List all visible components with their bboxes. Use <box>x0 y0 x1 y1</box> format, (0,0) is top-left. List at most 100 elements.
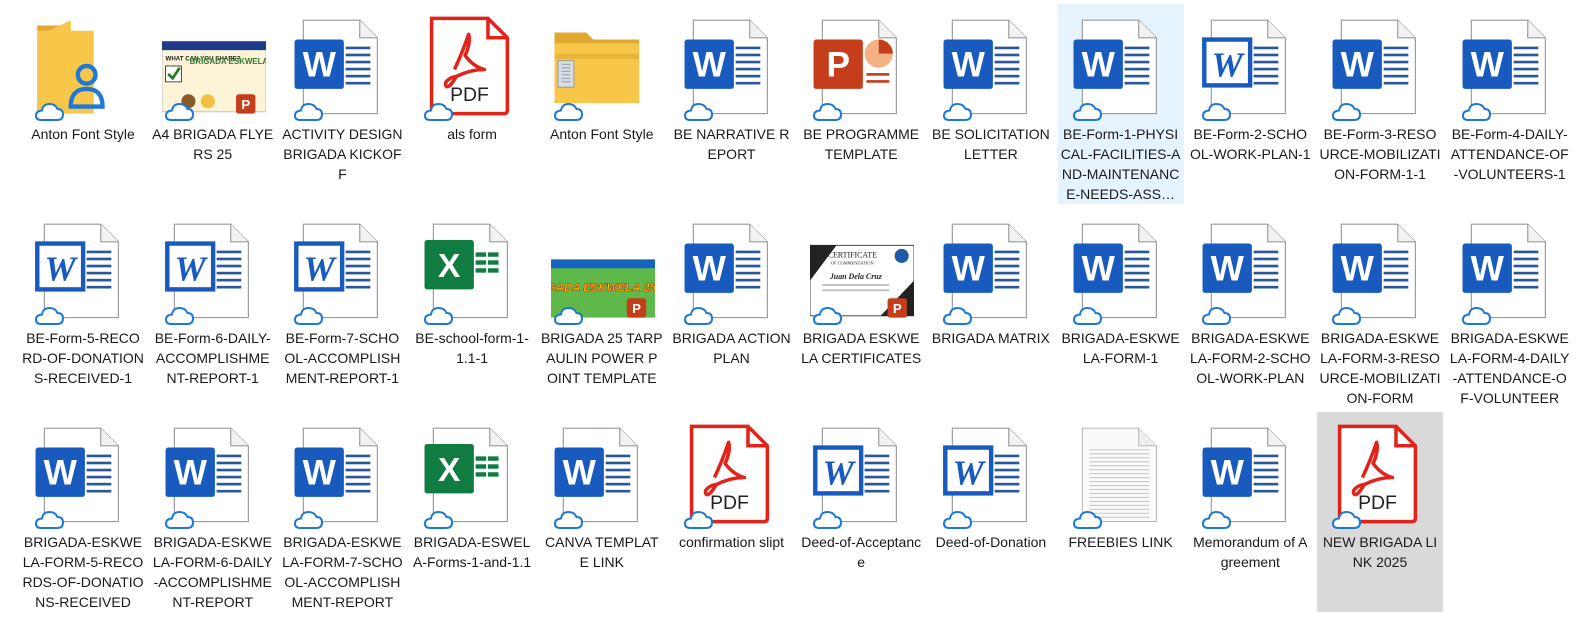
file-item[interactable]: W BE NARRATIVE REPORT <box>669 4 795 204</box>
cloud-sync-icon <box>1331 306 1361 326</box>
file-name-label: BRIGADA ESKWELA CERTIFICATES <box>801 330 922 366</box>
word-badge-text: W <box>1341 46 1375 85</box>
file-grid: Anton Font Style WHAT CAN YOU SHARE? BRI… <box>20 4 1595 644</box>
cloud-sync-icon <box>812 510 843 530</box>
pdf-icon: PDF <box>421 8 525 124</box>
word-badge-text: W <box>1081 250 1115 289</box>
file-item[interactable]: W BRIGADA-ESKWELA-FORM-7-SCHOOL-ACCOMPLIS… <box>279 412 405 612</box>
file-item[interactable]: CERTIFICATE OF COMMENDATION Juan Dela Cr… <box>798 208 924 408</box>
word-badge-text: W <box>1211 250 1245 289</box>
file-item[interactable]: BRIGADA ESKWELA 25 PBRIGADA 25 TARPAULIN… <box>539 208 665 408</box>
file-name-label: confirmation slipt <box>678 534 785 550</box>
file-item[interactable]: W BE-Form-2-SCHOOL-WORK-PLAN-1 <box>1187 4 1313 204</box>
svg-text:W: W <box>304 250 338 289</box>
svg-text:BRIGADA ESKWELA 25: BRIGADA ESKWELA 25 <box>189 57 265 66</box>
cloud-sync-icon <box>553 306 583 326</box>
svg-text:CERTIFICATE: CERTIFICATE <box>828 251 877 260</box>
file-name-label: BRIGADA-ESKWELA-FORM-4-DAILY-ATTENDANCE-… <box>1449 330 1570 406</box>
file-item[interactable]: W BRIGADA ACTION PLAN <box>669 208 795 408</box>
file-name-label: A4 BRIGADA FLYERS 25 <box>152 126 274 162</box>
cloud-sync-icon <box>293 306 324 326</box>
word-icon: W <box>291 8 395 124</box>
file-item[interactable]: W BRIGADA MATRIX <box>928 208 1054 408</box>
file-name-label: BRIGADA-ESKWELA-FORM-5-RECORDS-OF-DONATI… <box>22 534 144 610</box>
file-item[interactable]: X BE-school-form-1-1.1-1 <box>409 208 535 408</box>
file-name-label: Deed-of-Acceptance <box>801 534 922 570</box>
cloud-sync-icon <box>1201 510 1232 530</box>
cloud-sync-icon <box>1072 306 1102 326</box>
word-icon: W <box>1329 212 1433 328</box>
svg-text:PDF: PDF <box>710 492 749 514</box>
svg-text:PDF: PDF <box>450 84 489 106</box>
file-item[interactable]: W BRIGADA-ESKWELA-FORM-4-DAILY-ATTENDANCE… <box>1447 208 1573 408</box>
word-badge-text: W <box>1470 250 1504 289</box>
word-badge-text: W <box>692 46 726 85</box>
file-item[interactable]: PDF als form <box>409 4 535 204</box>
word-legacy-icon: W <box>810 416 914 532</box>
word-badge-text: W <box>951 46 985 85</box>
word-icon: W <box>291 416 395 532</box>
file-item[interactable]: W BE-Form-1-PHYSICAL-FACILITIES-AND-MAINT… <box>1057 4 1184 204</box>
file-item[interactable]: W BRIGADA-ESKWELA-FORM-5-RECORDS-OF-DONAT… <box>20 412 146 612</box>
file-name-label: BE-Form-3-RESOURCE-MOBILIZATION-FORM-1-1 <box>1319 126 1441 182</box>
file-name-label: BRIGADA-ESWELA-Forms-1-and-1.1 <box>412 534 532 570</box>
cloud-sync-icon <box>1072 510 1102 530</box>
word-badge-text: W <box>692 250 726 289</box>
file-item[interactable]: W BE-Form-6-DAILY-ACCOMPLISHMENT-REPORT-1 <box>150 208 276 408</box>
file-item[interactable]: W ACTIVITY DESIGN BRIGADA KICKOFF <box>279 4 405 204</box>
file-name-label: NEW BRIGADA LINK 2025 <box>1322 534 1438 570</box>
svg-text:X: X <box>438 452 461 489</box>
file-name-label: BE-Form-2-SCHOOL-WORK-PLAN-1 <box>1190 126 1311 162</box>
cloud-sync-icon <box>1201 102 1232 122</box>
tarpaulin-thumbnail-icon: BRIGADA ESKWELA 25 P <box>550 212 655 328</box>
file-item[interactable]: PDF confirmation slipt <box>669 412 795 612</box>
file-item[interactable]: FREEBIES LINK <box>1058 412 1184 612</box>
file-item[interactable]: W Memorandum of Agreement <box>1187 412 1313 612</box>
word-badge-text: W <box>1341 250 1375 289</box>
certificate-thumbnail-icon: CERTIFICATE OF COMMENDATION Juan Dela Cr… <box>810 212 915 328</box>
file-item[interactable]: W BRIGADA-ESKWELA-FORM-1 <box>1058 208 1184 408</box>
file-item[interactable]: W BE-Form-5-RECORD-OF-DONATIONS-RECEIVED-… <box>20 208 146 408</box>
cloud-sync-icon <box>553 102 583 122</box>
text-file-icon <box>1070 416 1174 532</box>
file-name-label: Deed-of-Donation <box>935 534 1047 550</box>
file-item[interactable]: W BRIGADA-ESKWELA-FORM-2-SCHOOL-WORK-PLAN <box>1187 208 1313 408</box>
file-name-label: BRIGADA-ESKWELA-FORM-2-SCHOOL-WORK-PLAN <box>1190 330 1311 386</box>
cloud-sync-icon <box>942 306 972 326</box>
word-icon: W <box>681 212 785 328</box>
svg-text:Juan Dela Cruz: Juan Dela Cruz <box>829 272 883 281</box>
file-item[interactable]: W BE-Form-7-SCHOOL-ACCOMPLISHMENT-REPORT-… <box>279 208 405 408</box>
cloud-sync-icon <box>1072 102 1102 122</box>
file-item[interactable]: W Deed-of-Donation <box>928 412 1054 612</box>
file-item[interactable]: X BRIGADA-ESWELA-Forms-1-and-1.1 <box>409 412 535 612</box>
file-name-label: BE-Form-5-RECORD-OF-DONATIONS-RECEIVED-1 <box>22 330 144 386</box>
file-item[interactable]: W BE SOLICITATION LETTER <box>928 4 1054 204</box>
svg-text:W: W <box>174 250 208 289</box>
pdf-icon: PDF <box>681 416 785 532</box>
flyer-thumbnail-icon: WHAT CAN YOU SHARE? BRIGADA ESKWELA 25 P <box>161 8 266 124</box>
word-legacy-icon: W <box>940 416 1044 532</box>
file-item[interactable]: PDF NEW BRIGADA LINK 2025 <box>1317 412 1443 612</box>
cloud-sync-icon <box>683 510 713 530</box>
file-item[interactable]: Anton Font Style <box>20 4 146 204</box>
file-item[interactable]: W Deed-of-Acceptance <box>798 412 924 612</box>
word-badge-text: W <box>1081 46 1115 85</box>
file-item[interactable]: W BRIGADA-ESKWELA-FORM-6-DAILY-ACCOMPLISH… <box>150 412 276 612</box>
file-item[interactable]: Anton Font Style <box>539 4 665 204</box>
word-legacy-icon: W <box>291 212 395 328</box>
word-badge-text: W <box>303 454 337 493</box>
file-item[interactable]: W BRIGADA-ESKWELA-FORM-3-RESOURCE-MOBILIZ… <box>1317 208 1443 408</box>
file-item[interactable]: W BE-Form-3-RESOURCE-MOBILIZATION-FORM-1-… <box>1317 4 1443 204</box>
excel-icon: X <box>421 416 525 532</box>
word-legacy-icon: W <box>32 212 136 328</box>
word-icon: W <box>1070 212 1174 328</box>
file-item[interactable]: W BE-Form-4-DAILY-ATTENDANCE-OF-VOLUNTEER… <box>1447 4 1573 204</box>
word-icon: W <box>1459 212 1563 328</box>
file-item[interactable]: P BE PROGRAMME TEMPLATE <box>798 4 924 204</box>
file-item[interactable]: WHAT CAN YOU SHARE? BRIGADA ESKWELA 25 P… <box>150 4 276 204</box>
file-name-label: CANVA TEMPLATE LINK <box>545 534 659 570</box>
file-name-label: BRIGADA ACTION PLAN <box>672 330 791 366</box>
word-icon: W <box>551 416 655 532</box>
word-badge-text: W <box>173 454 207 493</box>
file-item[interactable]: W CANVA TEMPLATE LINK <box>539 412 665 612</box>
